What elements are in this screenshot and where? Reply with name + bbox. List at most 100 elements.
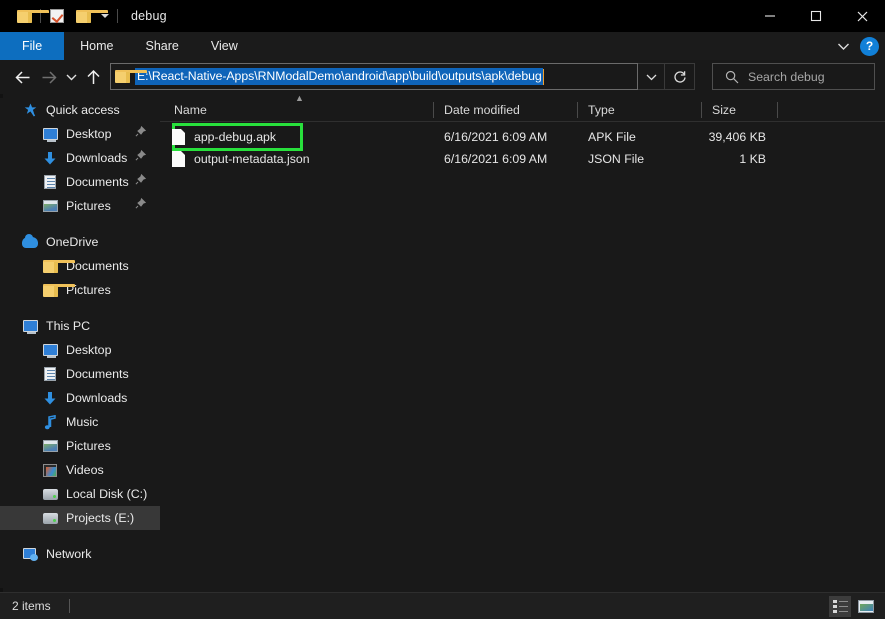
file-name: output-metadata.json — [194, 152, 310, 166]
column-header-type[interactable]: Type — [578, 98, 702, 122]
arrow-left-icon[interactable] — [10, 64, 36, 90]
download-icon — [42, 150, 58, 166]
sidebar-item-music[interactable]: Music — [0, 410, 160, 434]
folder-icon[interactable] — [11, 4, 49, 28]
file-rows: app-debug.apk 6/16/2021 6:09 AM APK File… — [160, 122, 885, 170]
ribbon-bar: File Home Share View ? — [0, 32, 885, 60]
sidebar-item-projects-e[interactable]: Projects (E:) — [0, 506, 160, 530]
item-count-label: 2 items — [12, 599, 51, 613]
sidebar-item-onedrive-documents[interactable]: Documents — [0, 254, 160, 278]
file-explorer-window: debug File Home Share View ? E:\React-Na… — [0, 0, 885, 619]
sidebar-label: Downloads — [66, 391, 128, 405]
address-dropdown-button[interactable] — [638, 63, 665, 90]
document-icon — [42, 366, 58, 382]
document-icon — [42, 174, 58, 190]
file-date: 6/16/2021 6:09 AM — [444, 130, 548, 144]
sidebar-item-videos[interactable]: Videos — [0, 458, 160, 482]
sidebar-label: Projects (E:) — [66, 511, 135, 525]
search-input[interactable]: Search debug — [748, 70, 825, 84]
table-row[interactable]: app-debug.apk 6/16/2021 6:09 AM APK File… — [160, 123, 885, 151]
folder-icon — [42, 282, 75, 298]
file-size: 1 KB — [739, 152, 766, 166]
sidebar-item-local-disk-c[interactable]: Local Disk (C:) — [0, 482, 160, 506]
sidebar-item-desktop[interactable]: Desktop — [0, 338, 160, 362]
pin-icon[interactable] — [135, 149, 147, 164]
music-icon — [42, 414, 58, 430]
chevron-down-icon[interactable] — [62, 64, 80, 90]
large-icons-view-icon — [858, 599, 874, 613]
details-view-button[interactable] — [829, 595, 851, 617]
column-label: Size — [712, 102, 736, 117]
sidebar-item-pictures[interactable]: Pictures — [0, 434, 160, 458]
monitor-icon — [42, 342, 58, 358]
pin-icon[interactable] — [135, 125, 147, 140]
disk-icon — [42, 510, 58, 526]
sidebar-group-quick-access[interactable]: Quick access — [0, 98, 160, 122]
column-headers: ▲ Name Date modified Type Size — [160, 93, 885, 122]
tab-file[interactable]: File — [0, 32, 65, 60]
large-icons-view-button[interactable] — [855, 596, 877, 617]
sidebar-item-pictures-qa[interactable]: Pictures — [0, 194, 160, 218]
sidebar-item-desktop-qa[interactable]: Desktop — [0, 122, 160, 146]
pin-icon[interactable] — [135, 197, 147, 212]
navigation-pane: Quick access Desktop Downloads Documents… — [0, 98, 160, 588]
chevron-down-icon[interactable] — [96, 4, 114, 28]
sidebar-group-network[interactable]: Network — [0, 542, 160, 566]
generic-file-icon — [172, 129, 185, 145]
new-folder-icon[interactable] — [70, 4, 108, 28]
sidebar-label: OneDrive — [46, 235, 99, 249]
sidebar-label: Downloads — [66, 151, 128, 165]
minimize-button[interactable] — [747, 0, 793, 32]
address-bar[interactable]: E:\React-Native-Apps\RNModalDemo\android… — [110, 63, 638, 90]
sidebar-item-documents-qa[interactable]: Documents — [0, 170, 160, 194]
arrow-up-icon[interactable] — [80, 64, 106, 90]
maximize-button[interactable] — [793, 0, 839, 32]
refresh-button[interactable] — [665, 63, 695, 90]
file-type: JSON File — [588, 152, 645, 166]
cell-size: 39,406 KB — [702, 128, 778, 146]
toolbar-divider-2 — [117, 9, 118, 23]
close-button[interactable] — [839, 0, 885, 32]
cloud-icon — [22, 233, 38, 250]
column-divider[interactable] — [777, 101, 778, 118]
ribbon-right-controls: ? — [832, 32, 879, 60]
chevron-down-icon[interactable] — [832, 35, 854, 57]
sidebar-item-onedrive-pictures[interactable]: Pictures — [0, 278, 160, 302]
network-icon — [22, 546, 38, 562]
ribbon-tabs: File Home Share View — [0, 32, 885, 60]
search-box[interactable]: Search debug — [712, 63, 875, 90]
folder-icon — [42, 258, 75, 274]
sidebar-label: Desktop — [66, 127, 112, 141]
cell-name: output-metadata.json — [160, 151, 434, 167]
status-divider — [68, 599, 70, 613]
pin-icon[interactable] — [135, 173, 147, 188]
sidebar-label: Documents — [66, 259, 129, 273]
file-list-pane: ▲ Name Date modified Type Size app-debug… — [160, 93, 885, 588]
sidebar-item-downloads-qa[interactable]: Downloads — [0, 146, 160, 170]
window-title: debug — [131, 9, 167, 23]
download-icon — [42, 390, 58, 406]
sidebar-item-downloads[interactable]: Downloads — [0, 386, 160, 410]
tab-view[interactable]: View — [195, 32, 254, 60]
help-button[interactable]: ? — [860, 36, 879, 56]
table-row[interactable]: output-metadata.json 6/16/2021 6:09 AM J… — [160, 148, 885, 170]
column-header-name[interactable]: ▲ Name — [160, 93, 434, 122]
sidebar-group-this-pc[interactable]: This PC — [0, 314, 160, 338]
sidebar-group-onedrive[interactable]: OneDrive — [0, 230, 160, 254]
column-label: Type — [588, 102, 615, 117]
sidebar-label: Pictures — [66, 199, 111, 213]
file-type: APK File — [588, 130, 636, 144]
arrow-right-icon — [36, 64, 62, 90]
details-view-icon — [832, 599, 848, 613]
address-input[interactable]: E:\React-Native-Apps\RNModalDemo\android… — [135, 68, 543, 85]
column-header-date-modified[interactable]: Date modified — [434, 98, 578, 122]
tab-home[interactable]: Home — [64, 32, 129, 60]
column-header-size[interactable]: Size — [702, 98, 778, 122]
sidebar-label: Videos — [66, 463, 104, 477]
sidebar-item-documents[interactable]: Documents — [0, 362, 160, 386]
sidebar-label: Local Disk (C:) — [66, 487, 148, 501]
tab-share[interactable]: Share — [130, 32, 195, 60]
checkbox-icon[interactable] — [44, 4, 70, 28]
file-size: 39,406 KB — [708, 130, 766, 144]
